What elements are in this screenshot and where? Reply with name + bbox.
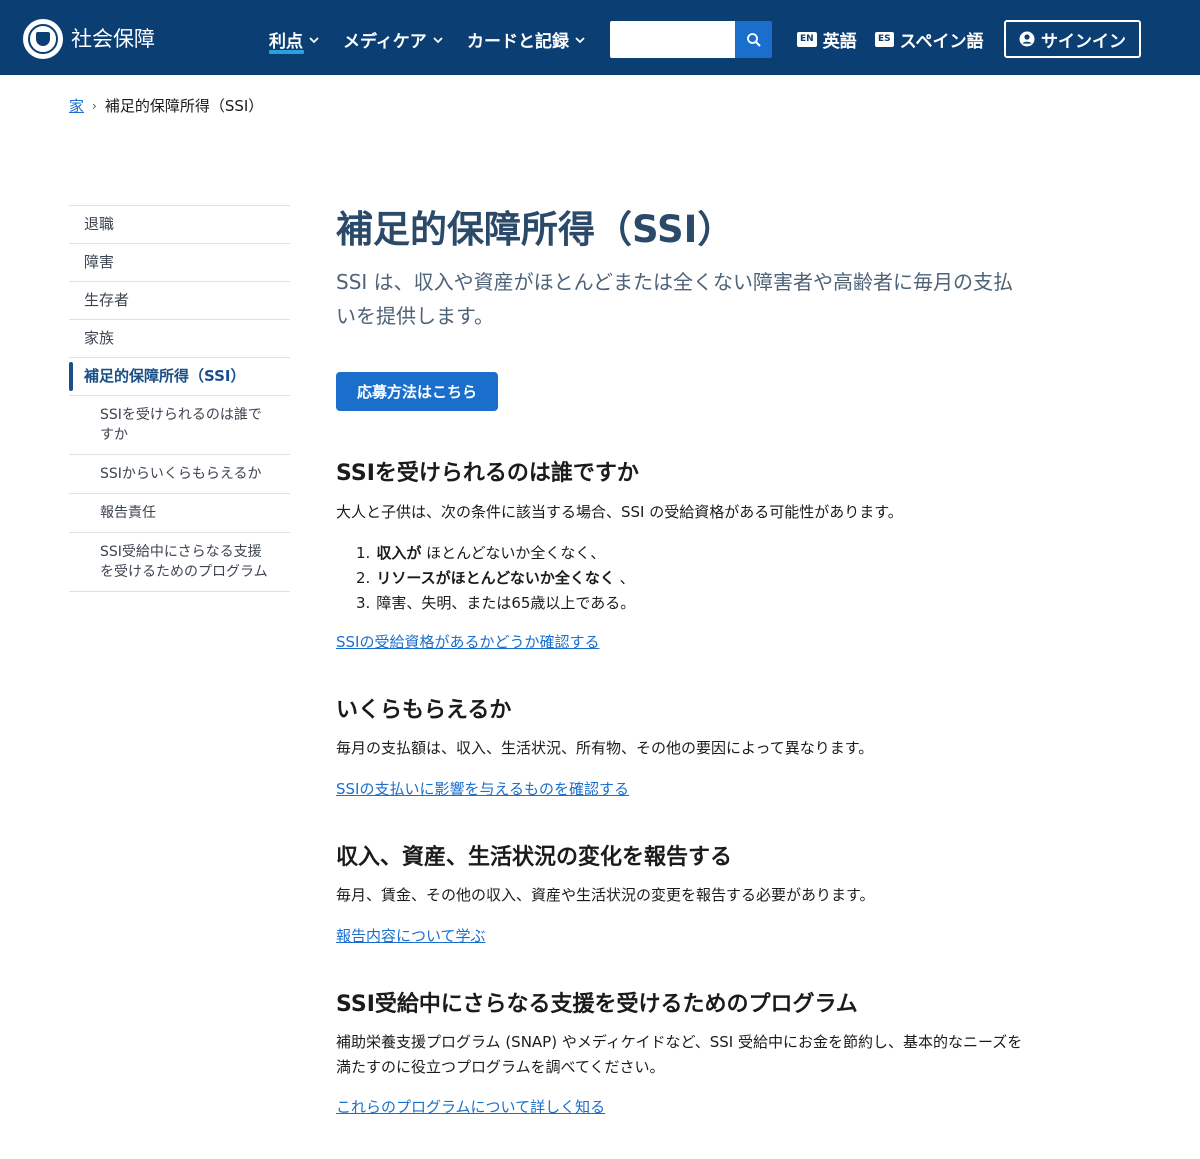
nav-active-indicator <box>269 50 304 54</box>
en-badge-icon: EN <box>797 32 817 47</box>
language-english[interactable]: EN 英語 <box>797 27 857 52</box>
breadcrumb-home-link[interactable]: 家 <box>69 95 84 116</box>
list-item-number: 3. <box>356 594 371 612</box>
es-badge-icon: ES <box>875 32 894 47</box>
list-item: 1. 収入が ほとんどないか全くなく、 <box>356 541 635 566</box>
nav-cards-records[interactable]: カードと記録 <box>467 27 587 52</box>
eligibility-check-link[interactable]: SSIの受給資格があるかどうか確認する <box>336 631 599 652</box>
list-item: 2. リソースがほとんどないか全くなく 、 <box>356 566 635 591</box>
chevron-down-icon <box>575 36 585 43</box>
section-heading-programs: SSI受給中にさらなる支援を受けるためのプログラム <box>336 992 858 1017</box>
list-item-text: 障害、失明、または65歳以上である。 <box>376 594 636 612</box>
brand-name[interactable]: 社会保障 <box>71 23 155 53</box>
ssa-seal-logo[interactable] <box>23 19 63 59</box>
breadcrumb-current: 補足的保障所得（SSI） <box>104 97 264 115</box>
section-text-eligibility: 大人と子供は、次の条件に該当する場合、SSI の受給資格がある可能性があります。 <box>336 503 903 521</box>
sidebar-nav: 退職 障害 生存者 家族 補足的保障所得（SSI） SSIを受けられるのは誰です… <box>69 205 290 592</box>
sidebar-item-ssi[interactable]: 補足的保障所得（SSI） <box>69 357 290 395</box>
sidebar-item-family[interactable]: 家族 <box>69 319 290 357</box>
nav-medicare[interactable]: メディケア <box>343 27 445 52</box>
signin-label: サインイン <box>1041 31 1126 52</box>
apply-button[interactable]: 応募方法はこちら <box>336 372 498 411</box>
eligibility-conditions-list: 1. 収入が ほとんどないか全くなく、 2. リソースがほとんどないか全くなく … <box>356 541 635 616</box>
nav-cards-records-label: カードと記録 <box>467 32 569 52</box>
user-icon <box>1019 31 1035 47</box>
nav-benefits[interactable]: 利点 <box>269 27 321 52</box>
search-button[interactable] <box>735 21 772 58</box>
list-item-number: 1. <box>356 544 371 562</box>
lead-paragraph: SSI は、収入や資産がほとんどまたは全くない障害者や高齢者に毎月の支払いを提供… <box>336 270 1014 328</box>
language-spanish-label: スペイン語 <box>899 32 984 52</box>
section-heading-amount: いくらもらえるか <box>336 698 512 723</box>
breadcrumb: 家 › 補足的保障所得（SSI） <box>69 95 263 116</box>
signin-button[interactable]: サインイン <box>1004 20 1141 58</box>
section-text-reporting: 毎月、賃金、その他の収入、資産や生活状況の変更を報告する必要があります。 <box>336 886 875 904</box>
sidebar-subitem-who-can-get[interactable]: SSIを受けられるのは誰ですか <box>69 395 290 454</box>
section-text-programs: 補助栄養支援プログラム (SNAP) やメディケイドなど、SSI 受給中にお金を… <box>336 1033 1023 1076</box>
eagle-icon <box>36 32 50 46</box>
list-item-number: 2. <box>356 569 371 587</box>
section-heading-reporting: 収入、資産、生活状況の変化を報告する <box>336 845 733 870</box>
chevron-down-icon <box>433 36 443 43</box>
list-item-bold: リソースがほとんどないか全くなく <box>376 569 615 587</box>
search-input[interactable] <box>610 21 735 58</box>
list-item-text: 、 <box>614 569 635 587</box>
site-header: 社会保障 利点 メディケア カードと記録 EN 英語 ES スペイン語 サインイ… <box>0 0 1200 75</box>
reporting-learn-link[interactable]: 報告内容について学ぶ <box>336 925 486 946</box>
nav-medicare-label: メディケア <box>343 32 427 52</box>
sidebar-subitem-how-much[interactable]: SSIからいくらもらえるか <box>69 454 290 493</box>
section-heading-eligibility: SSIを受けられるのは誰ですか <box>336 461 639 486</box>
section-text-amount: 毎月の支払額は、収入、生活状況、所有物、その他の要因によって異なります。 <box>336 739 874 757</box>
list-item-bold: 収入が <box>376 544 422 562</box>
sidebar-item-survivors[interactable]: 生存者 <box>69 281 290 319</box>
search-icon <box>746 32 761 47</box>
sidebar-item-retirement[interactable]: 退職 <box>69 205 290 243</box>
list-item-text: ほとんどないか全くなく、 <box>421 544 606 562</box>
sidebar-subitem-programs[interactable]: SSI受給中にさらなる支援を受けるためのプログラム <box>69 532 290 592</box>
chevron-right-icon: › <box>92 98 97 113</box>
language-english-label: 英語 <box>822 32 857 52</box>
nav-benefits-label: 利点 <box>269 32 303 52</box>
list-item: 3. 障害、失明、または65歳以上である。 <box>356 591 635 616</box>
language-spanish[interactable]: ES スペイン語 <box>875 27 983 52</box>
programs-learn-more-link[interactable]: これらのプログラムについて詳しく知る <box>336 1096 605 1117</box>
sidebar-subitem-reporting[interactable]: 報告責任 <box>69 493 290 532</box>
page-title: 補足的保障所得（SSI） <box>336 208 735 251</box>
sidebar-item-disability[interactable]: 障害 <box>69 243 290 281</box>
chevron-down-icon <box>309 36 319 43</box>
seal-ring <box>28 24 58 54</box>
payment-factors-link[interactable]: SSIの支払いに影響を与えるものを確認する <box>336 778 629 799</box>
